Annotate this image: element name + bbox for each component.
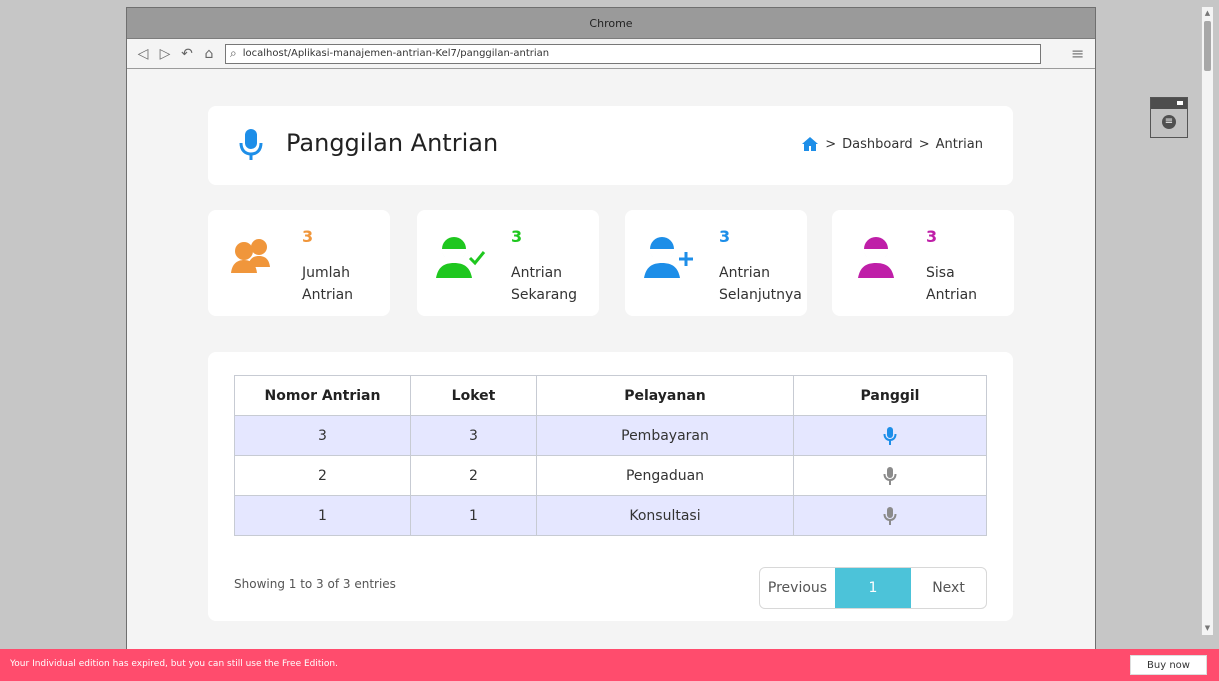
breadcrumb-antrian: Antrian	[935, 136, 983, 152]
license-message: Your Individual edition has expired, but…	[10, 659, 338, 669]
cell-panggil	[793, 495, 987, 536]
stat-label-line: Sekarang	[511, 287, 578, 303]
table-row: 2 2 Pengaduan	[234, 455, 987, 496]
breadcrumb: > Dashboard > Antrian	[801, 135, 983, 153]
page-1-button[interactable]: 1	[835, 568, 911, 608]
stat-card-antrian-selanjutnya: 3 Antrian Selanjutnya	[625, 210, 807, 316]
browser-title: Chrome	[589, 16, 633, 30]
cell-pelayanan: Pembayaran	[536, 415, 794, 456]
url-text: localhost/Aplikasi-manajemen-antrian-Kel…	[242, 48, 550, 59]
page-content: Panggilan Antrian > Dashboard > Antrian …	[127, 69, 1095, 649]
users-icon	[231, 239, 270, 273]
widget-minimize-icon[interactable]	[1177, 101, 1183, 105]
stat-label: Antrian Sekarang	[511, 262, 577, 306]
browser-nav-buttons: ◁ ▷ ↶ ⌂	[135, 46, 217, 62]
cell-nomor: 3	[234, 415, 411, 456]
cell-loket: 3	[410, 415, 537, 456]
home-icon[interactable]	[801, 135, 819, 153]
browser-titlebar: Chrome	[127, 8, 1095, 39]
home-icon[interactable]: ⌂	[201, 46, 217, 62]
cell-loket: 2	[410, 455, 537, 496]
menu-icon[interactable]: ≡	[1071, 45, 1085, 61]
scroll-down-arrow[interactable]: ▼	[1203, 624, 1212, 633]
stat-card-antrian-sekarang: 3 Antrian Sekarang	[417, 210, 599, 316]
user-check-icon	[436, 237, 486, 278]
breadcrumb-separator: >	[918, 136, 930, 152]
desktop-scrollbar[interactable]: ▲ ▼	[1201, 7, 1213, 635]
table-row: 1 1 Konsultasi	[234, 495, 987, 536]
column-header-pelayanan: Pelayanan	[536, 375, 794, 416]
stat-label-line: Jumlah	[302, 265, 350, 281]
stat-card-sisa-antrian: 3 Sisa Antrian	[832, 210, 1014, 316]
next-page-button[interactable]: Next	[911, 568, 986, 608]
stat-value: 3	[511, 227, 523, 246]
cell-loket: 1	[410, 495, 537, 536]
user-icon	[858, 237, 894, 278]
stat-label-line: Antrian	[511, 265, 563, 281]
table-header-row: Nomor Antrian Loket Pelayanan Panggil	[234, 375, 987, 416]
column-header-nomor-antrian: Nomor Antrian	[234, 375, 411, 416]
stat-label-line: Sisa	[926, 265, 955, 281]
widget-menu-icon[interactable]: ≡	[1162, 115, 1176, 129]
microphone-icon[interactable]	[882, 466, 898, 486]
table-summary: Showing 1 to 3 of 3 entries	[234, 577, 396, 591]
stat-value: 3	[926, 227, 938, 246]
search-icon: ⌕	[230, 46, 237, 60]
cell-nomor: 2	[234, 455, 411, 496]
forward-icon[interactable]: ▷	[157, 46, 173, 62]
queue-table-card: Nomor Antrian Loket Pelayanan Panggil 3 …	[208, 352, 1013, 621]
pagination: Previous 1 Next	[759, 567, 987, 609]
stat-value: 3	[302, 227, 314, 246]
stat-label: Jumlah Antrian	[302, 262, 353, 306]
user-plus-icon	[644, 237, 693, 278]
buy-now-button[interactable]: Buy now	[1130, 655, 1207, 675]
stat-value: 3	[719, 227, 731, 246]
floating-widget[interactable]: ≡	[1150, 97, 1188, 138]
microphone-icon[interactable]	[882, 426, 898, 446]
page-header-card: Panggilan Antrian > Dashboard > Antrian	[208, 106, 1013, 185]
refresh-icon[interactable]: ↶	[179, 46, 195, 62]
scrollbar-thumb[interactable]	[1204, 21, 1211, 71]
column-header-panggil: Panggil	[793, 375, 987, 416]
cell-panggil	[793, 455, 987, 496]
scroll-up-arrow[interactable]: ▲	[1203, 9, 1212, 18]
breadcrumb-dashboard[interactable]: Dashboard	[842, 137, 913, 152]
license-footer: Your Individual edition has expired, but…	[0, 649, 1219, 681]
stat-card-jumlah-antrian: 3 Jumlah Antrian	[208, 210, 390, 316]
cell-pelayanan: Konsultasi	[536, 495, 794, 536]
cell-pelayanan: Pengaduan	[536, 455, 794, 496]
stat-label-line: Antrian	[926, 287, 978, 303]
microphone-icon[interactable]	[882, 506, 898, 526]
table-row: 3 3 Pembayaran	[234, 415, 987, 456]
stat-label-line: Antrian	[302, 287, 354, 303]
cell-panggil	[793, 415, 987, 456]
column-header-loket: Loket	[410, 375, 537, 416]
page-title: Panggilan Antrian	[286, 129, 499, 157]
queue-table: Nomor Antrian Loket Pelayanan Panggil 3 …	[234, 375, 987, 536]
back-icon[interactable]: ◁	[135, 46, 151, 62]
previous-page-button[interactable]: Previous	[760, 568, 835, 608]
url-input[interactable]: ⌕ localhost/Aplikasi-manajemen-antrian-K…	[225, 43, 1041, 64]
browser-window: Chrome ◁ ▷ ↶ ⌂ ⌕ localhost/Aplikasi-mana…	[126, 7, 1096, 649]
microphone-icon	[239, 129, 263, 160]
stat-label: Antrian Selanjutnya	[719, 262, 802, 306]
stat-label-line: Antrian	[719, 265, 771, 281]
browser-addressbar: ◁ ▷ ↶ ⌂ ⌕ localhost/Aplikasi-manajemen-a…	[127, 39, 1095, 69]
breadcrumb-separator: >	[825, 136, 837, 152]
stat-label: Sisa Antrian	[926, 262, 977, 306]
cell-nomor: 1	[234, 495, 411, 536]
stat-label-line: Selanjutnya	[719, 287, 802, 303]
